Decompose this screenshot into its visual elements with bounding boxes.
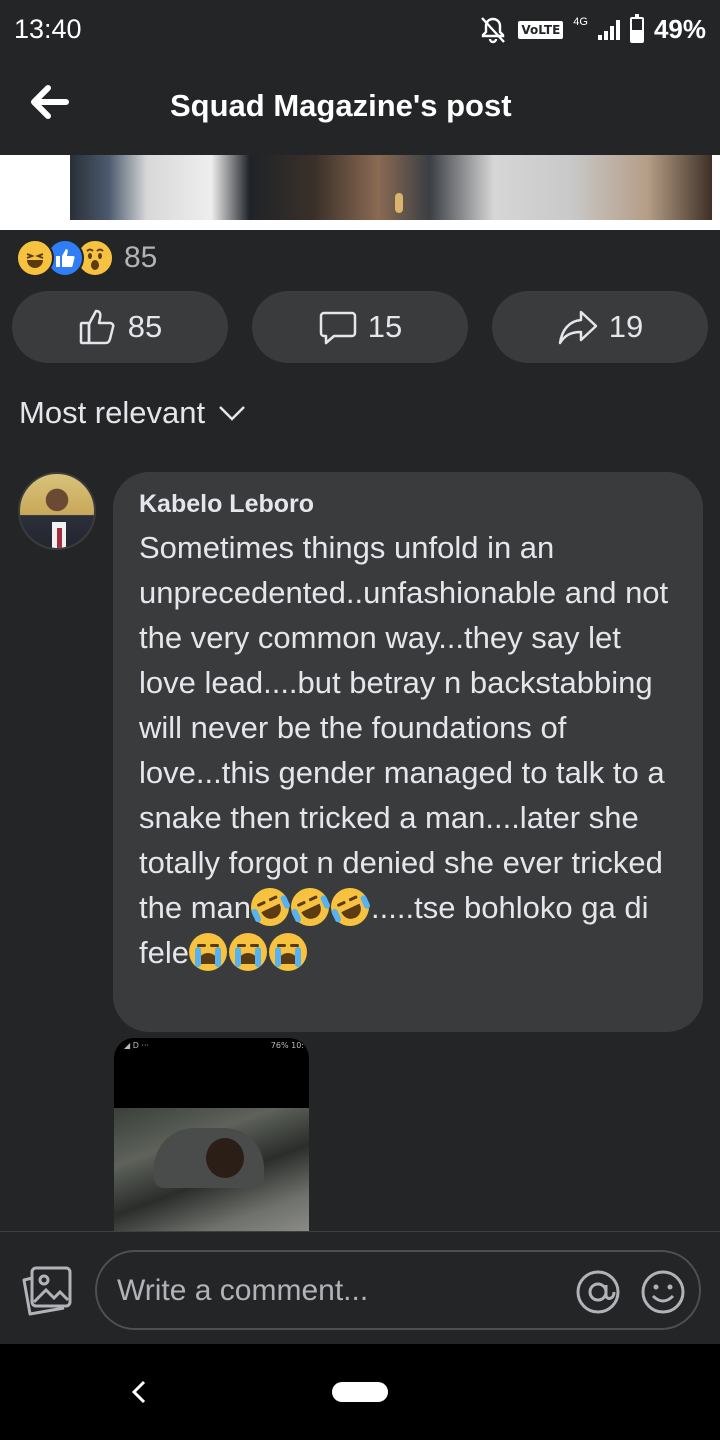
page-title: Squad Magazine's post — [170, 88, 512, 123]
post-photo[interactable] — [70, 155, 712, 220]
attachment-figure-head — [206, 1138, 244, 1178]
thumbs-up-icon — [78, 308, 118, 346]
share-count: 19 — [608, 309, 644, 344]
loudly-crying-emoji — [268, 933, 307, 971]
comment-attachment-image[interactable]: ◢ D ··· 76% 10: — [114, 1038, 309, 1233]
nav-back-icon[interactable] — [124, 1376, 154, 1408]
app-header: Squad Magazine's post — [0, 60, 720, 155]
signal-icon — [597, 19, 620, 40]
emoji-picker-icon[interactable] — [640, 1269, 686, 1315]
attachment-status-left: ◢ D ··· — [124, 1041, 150, 1050]
status-bar: 13:40 VoLTE 4G 49% — [0, 0, 720, 60]
mention-icon[interactable] — [575, 1269, 621, 1315]
comment-composer — [0, 1231, 720, 1344]
status-time: 13:40 — [14, 14, 82, 44]
avatar-tie — [57, 528, 62, 548]
post-actions: 85 15 19 — [12, 291, 708, 363]
back-arrow-icon[interactable] — [26, 80, 76, 124]
battery-icon — [629, 13, 644, 43]
bell-muted-icon — [478, 15, 508, 45]
comment-button[interactable]: 15 — [252, 291, 468, 363]
comment-author[interactable]: Kabelo Leboro — [139, 490, 677, 519]
volte-badge: VoLTE — [518, 20, 564, 39]
haha-reaction-icon — [16, 239, 54, 277]
ring-detail — [395, 193, 403, 213]
rofl-emoji — [244, 881, 296, 933]
comment-bubble[interactable]: Kabelo Leboro Sometimes things unfold in… — [113, 472, 703, 1032]
attachment-photo — [114, 1108, 309, 1233]
post-image-container[interactable] — [0, 155, 720, 230]
like-count: 85 — [127, 309, 163, 344]
status-icons: VoLTE 4G 49% — [478, 13, 706, 45]
comment-bubble-icon — [318, 308, 358, 346]
comment-input-wrapper[interactable] — [95, 1250, 701, 1330]
sort-label: Most relevant — [19, 395, 206, 430]
rofl-emoji — [324, 881, 376, 933]
home-pill[interactable] — [332, 1382, 388, 1402]
attachment-status-bar: ◢ D ··· 76% 10: — [124, 1041, 304, 1051]
comment-text: Sometimes things unfold in an unpreceden… — [139, 525, 677, 975]
comment-count: 15 — [367, 309, 403, 344]
network-type: 4G — [573, 15, 588, 28]
comment-sort-selector[interactable]: Most relevant — [19, 395, 247, 431]
loudly-crying-emoji — [228, 933, 267, 971]
share-button[interactable]: 19 — [492, 291, 708, 363]
chevron-down-icon — [217, 395, 247, 431]
comment-text-main: Sometimes things unfold in an unpreceden… — [139, 530, 669, 925]
photo-gallery-icon[interactable] — [20, 1264, 74, 1318]
loudly-crying-emoji — [188, 933, 227, 971]
rofl-emoji — [284, 881, 336, 933]
battery-percent: 49% — [653, 14, 706, 44]
reaction-summary[interactable]: 85 — [16, 238, 157, 278]
reaction-count: 85 — [124, 241, 158, 274]
crying-emoji-group — [188, 933, 309, 971]
like-button[interactable]: 85 — [12, 291, 228, 363]
share-arrow-icon — [557, 308, 599, 346]
rofl-emoji-group — [244, 881, 376, 933]
commenter-avatar[interactable] — [18, 472, 96, 550]
comment-input[interactable] — [117, 1270, 557, 1312]
attachment-status-right: 76% 10: — [270, 1041, 304, 1050]
system-nav-bar — [0, 1344, 720, 1440]
